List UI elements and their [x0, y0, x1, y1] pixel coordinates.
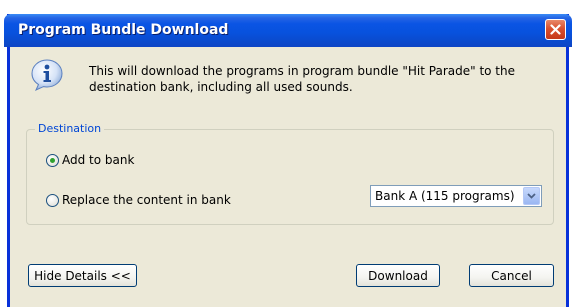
- dialog-title: Program Bundle Download: [18, 22, 229, 38]
- bank-select-value: Bank A (115 programs): [375, 189, 515, 203]
- cancel-button[interactable]: Cancel: [469, 264, 554, 287]
- add-to-bank-label[interactable]: Add to bank: [62, 153, 134, 167]
- destination-legend: Destination: [35, 122, 105, 135]
- bank-select-dropdown-button[interactable]: [523, 187, 540, 205]
- hide-details-button[interactable]: Hide Details <<: [28, 264, 137, 287]
- close-icon: [550, 24, 561, 35]
- info-icon: [31, 59, 63, 92]
- close-button[interactable]: [545, 19, 566, 40]
- dialog-message: This will download the programs in progr…: [89, 64, 515, 94]
- hide-details-label: Hide Details <<: [34, 268, 131, 283]
- title-bar[interactable]: Program Bundle Download: [4, 14, 572, 47]
- replace-content-label[interactable]: Replace the content in bank: [62, 193, 231, 207]
- download-label: Download: [368, 268, 428, 283]
- chevron-down-icon: [527, 193, 536, 199]
- download-button[interactable]: Download: [356, 264, 440, 287]
- bank-select[interactable]: Bank A (115 programs): [370, 185, 542, 207]
- add-to-bank-radio[interactable]: [46, 153, 59, 167]
- cancel-label: Cancel: [491, 268, 532, 283]
- replace-content-option[interactable]: Replace the content in bank: [46, 193, 231, 207]
- add-to-bank-option[interactable]: Add to bank: [46, 153, 134, 167]
- replace-content-radio[interactable]: [46, 193, 59, 207]
- destination-group: [26, 129, 554, 225]
